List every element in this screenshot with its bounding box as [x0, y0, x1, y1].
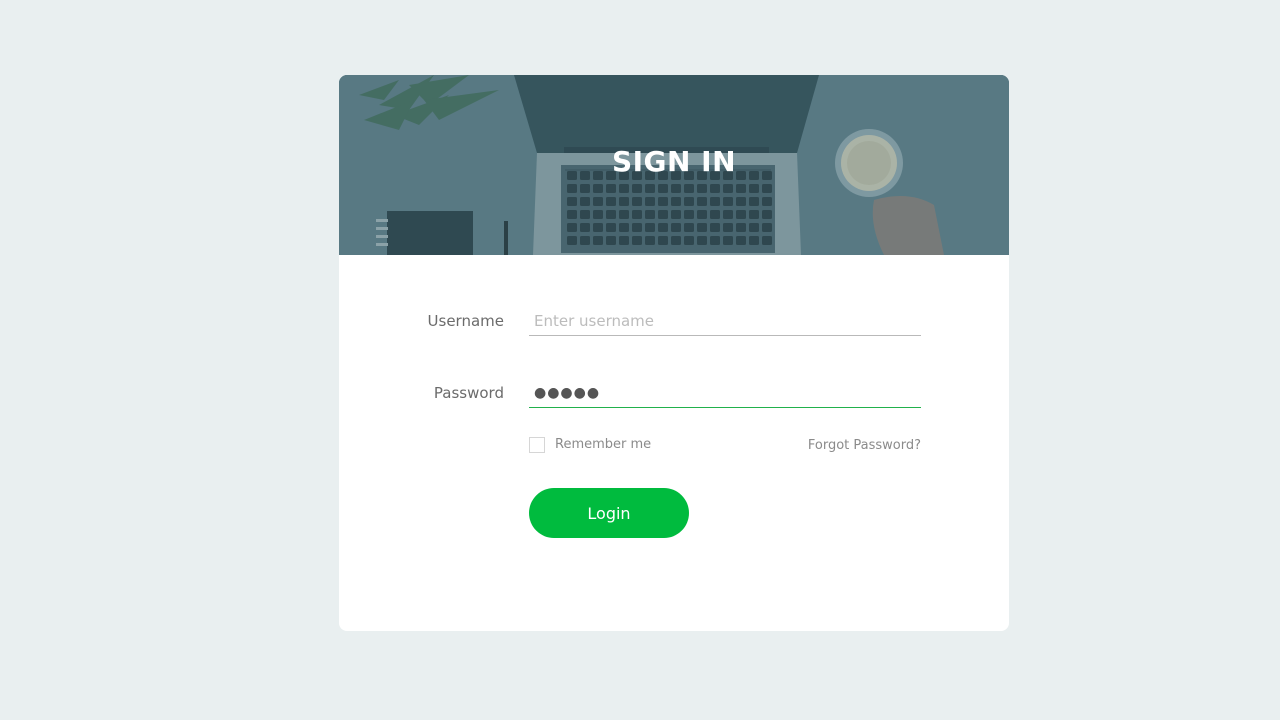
- login-card: SIGN IN Username Password ●●●●● Remember…: [339, 75, 1009, 631]
- username-input[interactable]: [529, 306, 921, 336]
- page-title: SIGN IN: [611, 145, 737, 178]
- username-label: Username: [427, 312, 504, 330]
- hero-banner: SIGN IN: [339, 75, 1009, 255]
- forgot-password-link[interactable]: Forgot Password?: [759, 438, 921, 453]
- login-button[interactable]: Login: [529, 488, 689, 538]
- remember-me-checkbox[interactable]: [529, 437, 545, 453]
- password-input[interactable]: ●●●●●: [529, 378, 921, 408]
- password-label: Password: [433, 384, 504, 402]
- remember-me-label[interactable]: Remember me: [555, 437, 651, 452]
